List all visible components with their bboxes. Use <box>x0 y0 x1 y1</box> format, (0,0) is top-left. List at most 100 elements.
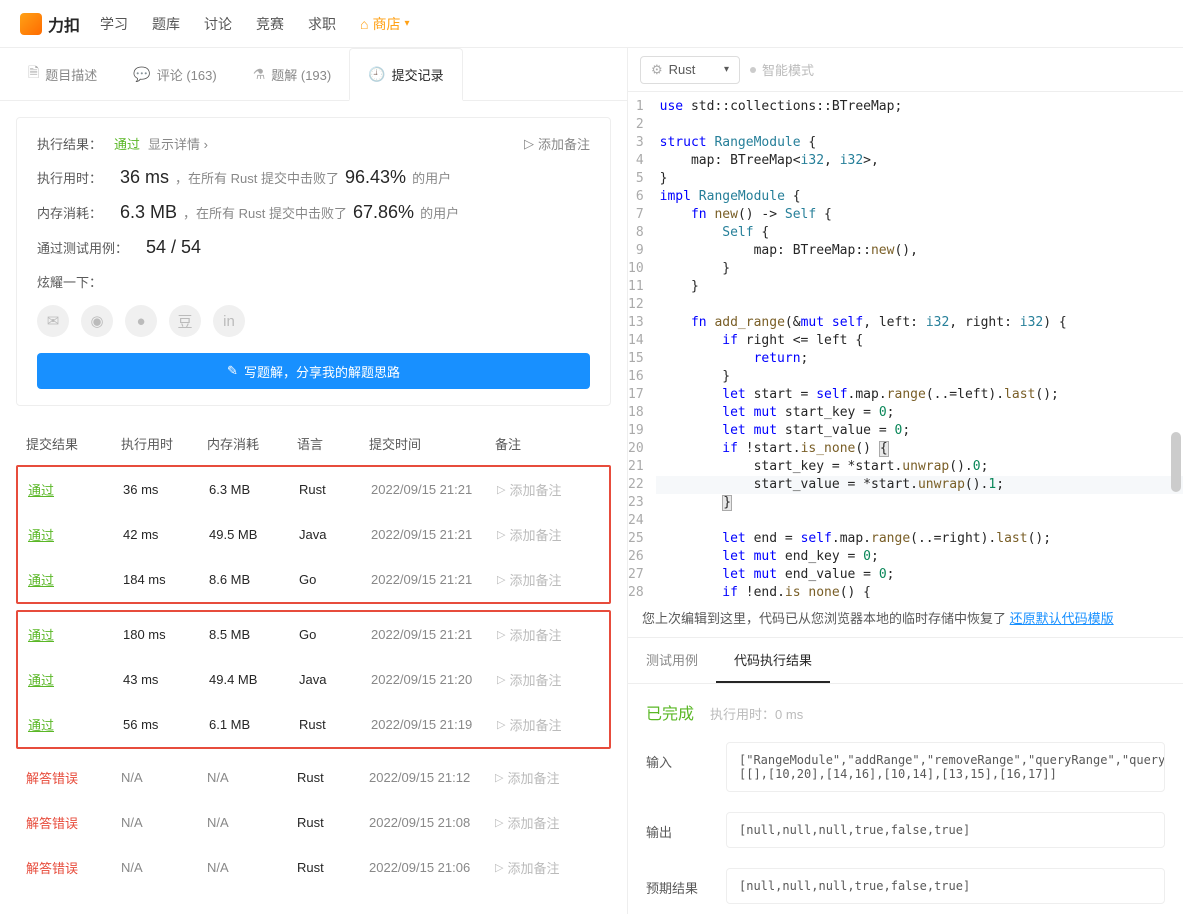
output-box[interactable]: [null,null,null,true,false,true] <box>726 812 1165 848</box>
submission-status[interactable]: 通过 <box>28 573 54 588</box>
flag-icon: ▷ <box>497 528 505 541</box>
input-box[interactable]: ["RangeModule","addRange","removeRange",… <box>726 742 1165 792</box>
table-row[interactable]: 通过42 ms49.5 MBJava2022/09/15 21:21▷添加备注 <box>18 512 609 557</box>
wechat-icon[interactable]: ✉ <box>37 305 69 337</box>
submission-memory: 8.6 MB <box>209 572 299 587</box>
submission-memory: 8.5 MB <box>209 627 299 642</box>
flag-icon: ▷ <box>495 816 503 829</box>
tab-description[interactable]: 🗎题目描述 <box>10 48 115 100</box>
submission-status[interactable]: 通过 <box>28 483 54 498</box>
nav-problems[interactable]: 题库 <box>152 14 180 34</box>
left-pane: 🗎题目描述 💬评论 (163) ⚗题解 (193) 🕘提交记录 执行结果： 通过… <box>0 48 628 914</box>
nav-jobs[interactable]: 求职 <box>308 14 336 34</box>
expected-box[interactable]: [null,null,null,true,false,true] <box>726 868 1165 904</box>
nav-discuss[interactable]: 讨论 <box>204 14 232 34</box>
top-nav: 力扣 学习 题库 讨论 竞赛 求职 ⌂ 商店 ▾ <box>0 0 1183 48</box>
submission-time: 43 ms <box>123 672 209 687</box>
nav-contest[interactable]: 竞赛 <box>256 14 284 34</box>
add-note-link[interactable]: ▷添加备注 <box>497 570 599 589</box>
table-row[interactable]: 解答错误N/AN/ARust2022/09/15 21:06▷添加备注 <box>16 845 611 890</box>
nav-shop[interactable]: ⌂ 商店 ▾ <box>360 14 410 34</box>
result-label: 执行结果： <box>37 134 102 153</box>
submission-memory: 6.1 MB <box>209 717 299 732</box>
restore-link[interactable]: 还原默认代码模版 <box>1010 611 1114 626</box>
submission-date: 2022/09/15 21:19 <box>371 717 497 732</box>
submission-memory: 49.4 MB <box>209 672 299 687</box>
add-note-link[interactable]: ▷添加备注 <box>497 525 599 544</box>
qq-icon[interactable]: ● <box>125 305 157 337</box>
submission-date: 2022/09/15 21:21 <box>371 572 497 587</box>
memory-percentile: 67.86% <box>353 202 414 223</box>
logo[interactable]: 力扣 <box>20 12 80 36</box>
table-header: 提交结果 执行用时 内存消耗 语言 提交时间 备注 <box>16 422 611 465</box>
write-solution-button[interactable]: ✎写题解，分享我的解题思路 <box>37 353 590 389</box>
scrollbar-vertical[interactable] <box>1171 432 1181 492</box>
submission-time: 56 ms <box>123 717 209 732</box>
douban-icon[interactable]: 豆 <box>169 305 201 337</box>
add-note-link[interactable]: ▷添加备注 <box>497 480 599 499</box>
add-note-link[interactable]: ▷添加备注 <box>497 625 599 644</box>
submission-status[interactable]: 通过 <box>28 528 54 543</box>
submission-status[interactable]: 解答错误 <box>26 816 78 831</box>
submission-status[interactable]: 通过 <box>28 673 54 688</box>
nav-learn[interactable]: 学习 <box>100 14 128 34</box>
result-card: 执行结果： 通过 显示详情 › ▷添加备注 执行用时： 36 ms ，在所有 R… <box>16 117 611 406</box>
submission-time: N/A <box>121 770 207 785</box>
tab-submissions[interactable]: 🕘提交记录 <box>349 48 462 101</box>
code-editor[interactable]: 1234567891011121314151617181920212223242… <box>628 92 1183 598</box>
table-row[interactable]: 解答错误N/AN/ARust2022/09/15 21:12▷添加备注 <box>16 755 611 800</box>
highlighted-group-2: 通过180 ms8.5 MBGo2022/09/15 21:21▷添加备注通过4… <box>16 610 611 749</box>
submission-lang: Rust <box>297 770 369 785</box>
pen-icon: ✎ <box>227 363 238 379</box>
submission-lang: Rust <box>297 815 369 830</box>
table-row[interactable]: 通过43 ms49.4 MBJava2022/09/15 21:20▷添加备注 <box>18 657 609 702</box>
right-pane: ⚙ Rust ▾ 智能模式 12345678910111213141516171… <box>628 48 1183 914</box>
tab-testcase[interactable]: 测试用例 <box>628 638 716 683</box>
smart-mode-toggle[interactable]: 智能模式 <box>750 60 814 79</box>
input-row: 输入 ["RangeModule","addRange","removeRang… <box>628 732 1183 802</box>
submission-status[interactable]: 通过 <box>28 628 54 643</box>
restore-bar: 您上次编辑到这里，代码已从您浏览器本地的临时存储中恢复了 还原默认代码模版 <box>628 598 1183 638</box>
submission-status[interactable]: 解答错误 <box>26 861 78 876</box>
linkedin-icon[interactable]: in <box>213 305 245 337</box>
shop-label: 商店 <box>372 14 400 34</box>
add-note-link[interactable]: ▷添加备注 <box>495 813 601 832</box>
doc-icon: 🗎 <box>28 62 39 86</box>
tab-comments[interactable]: 💬评论 (163) <box>115 48 234 100</box>
flag-icon: ▷ <box>497 573 505 586</box>
language-select[interactable]: ⚙ Rust ▾ <box>640 56 740 84</box>
add-note-link[interactable]: ▷添加备注 <box>495 858 601 877</box>
add-note-link[interactable]: ▷添加备注 <box>524 134 590 153</box>
weibo-icon[interactable]: ◉ <box>81 305 113 337</box>
submission-status[interactable]: 通过 <box>28 718 54 733</box>
submission-lang: Rust <box>299 717 371 732</box>
exec-runtime: 执行用时：0 ms <box>710 704 803 723</box>
table-row[interactable]: 通过 56 ms6.1 MBRust2022/09/15 21:19▷添加备注 <box>18 702 609 747</box>
submission-lang: Go <box>299 572 371 587</box>
table-row[interactable]: 解答错误N/AN/ARust2022/09/15 21:08▷添加备注 <box>16 800 611 845</box>
highlighted-group-1: 通过36 ms6.3 MBRust2022/09/15 21:21▷添加备注通过… <box>16 465 611 604</box>
submission-lang: Rust <box>299 482 371 497</box>
submission-status[interactable]: 解答错误 <box>26 771 78 786</box>
submission-lang: Go <box>299 627 371 642</box>
result-status: 通过 <box>114 134 140 153</box>
input-label: 输入 <box>646 742 726 771</box>
submission-time: 184 ms <box>123 572 209 587</box>
tab-code-result[interactable]: 代码执行结果 <box>716 638 830 683</box>
output-label: 输出 <box>646 812 726 841</box>
add-note-link[interactable]: ▷添加备注 <box>497 670 599 689</box>
table-row[interactable]: 通过180 ms8.5 MBGo2022/09/15 21:21▷添加备注 <box>18 612 609 657</box>
code-lines[interactable]: use std::collections::BTreeMap; struct R… <box>656 92 1183 598</box>
add-note-link[interactable]: ▷添加备注 <box>495 768 601 787</box>
show-detail-link[interactable]: 显示详情 › <box>148 134 208 153</box>
add-note-link[interactable]: ▷添加备注 <box>497 715 599 734</box>
share-label: 炫耀一下： <box>37 272 102 291</box>
submission-time: N/A <box>121 815 207 830</box>
clock-icon: 🕘 <box>368 66 385 83</box>
table-row[interactable]: 通过36 ms6.3 MBRust2022/09/15 21:21▷添加备注 <box>18 467 609 512</box>
expected-label: 预期结果 <box>646 868 726 897</box>
tab-solutions[interactable]: ⚗题解 (193) <box>235 48 350 100</box>
table-row[interactable]: 通过 184 ms8.6 MBGo2022/09/15 21:21▷添加备注 <box>18 557 609 602</box>
submission-table: 提交结果 执行用时 内存消耗 语言 提交时间 备注 通过36 ms6.3 MBR… <box>0 422 627 906</box>
flag-icon: ▷ <box>497 628 505 641</box>
